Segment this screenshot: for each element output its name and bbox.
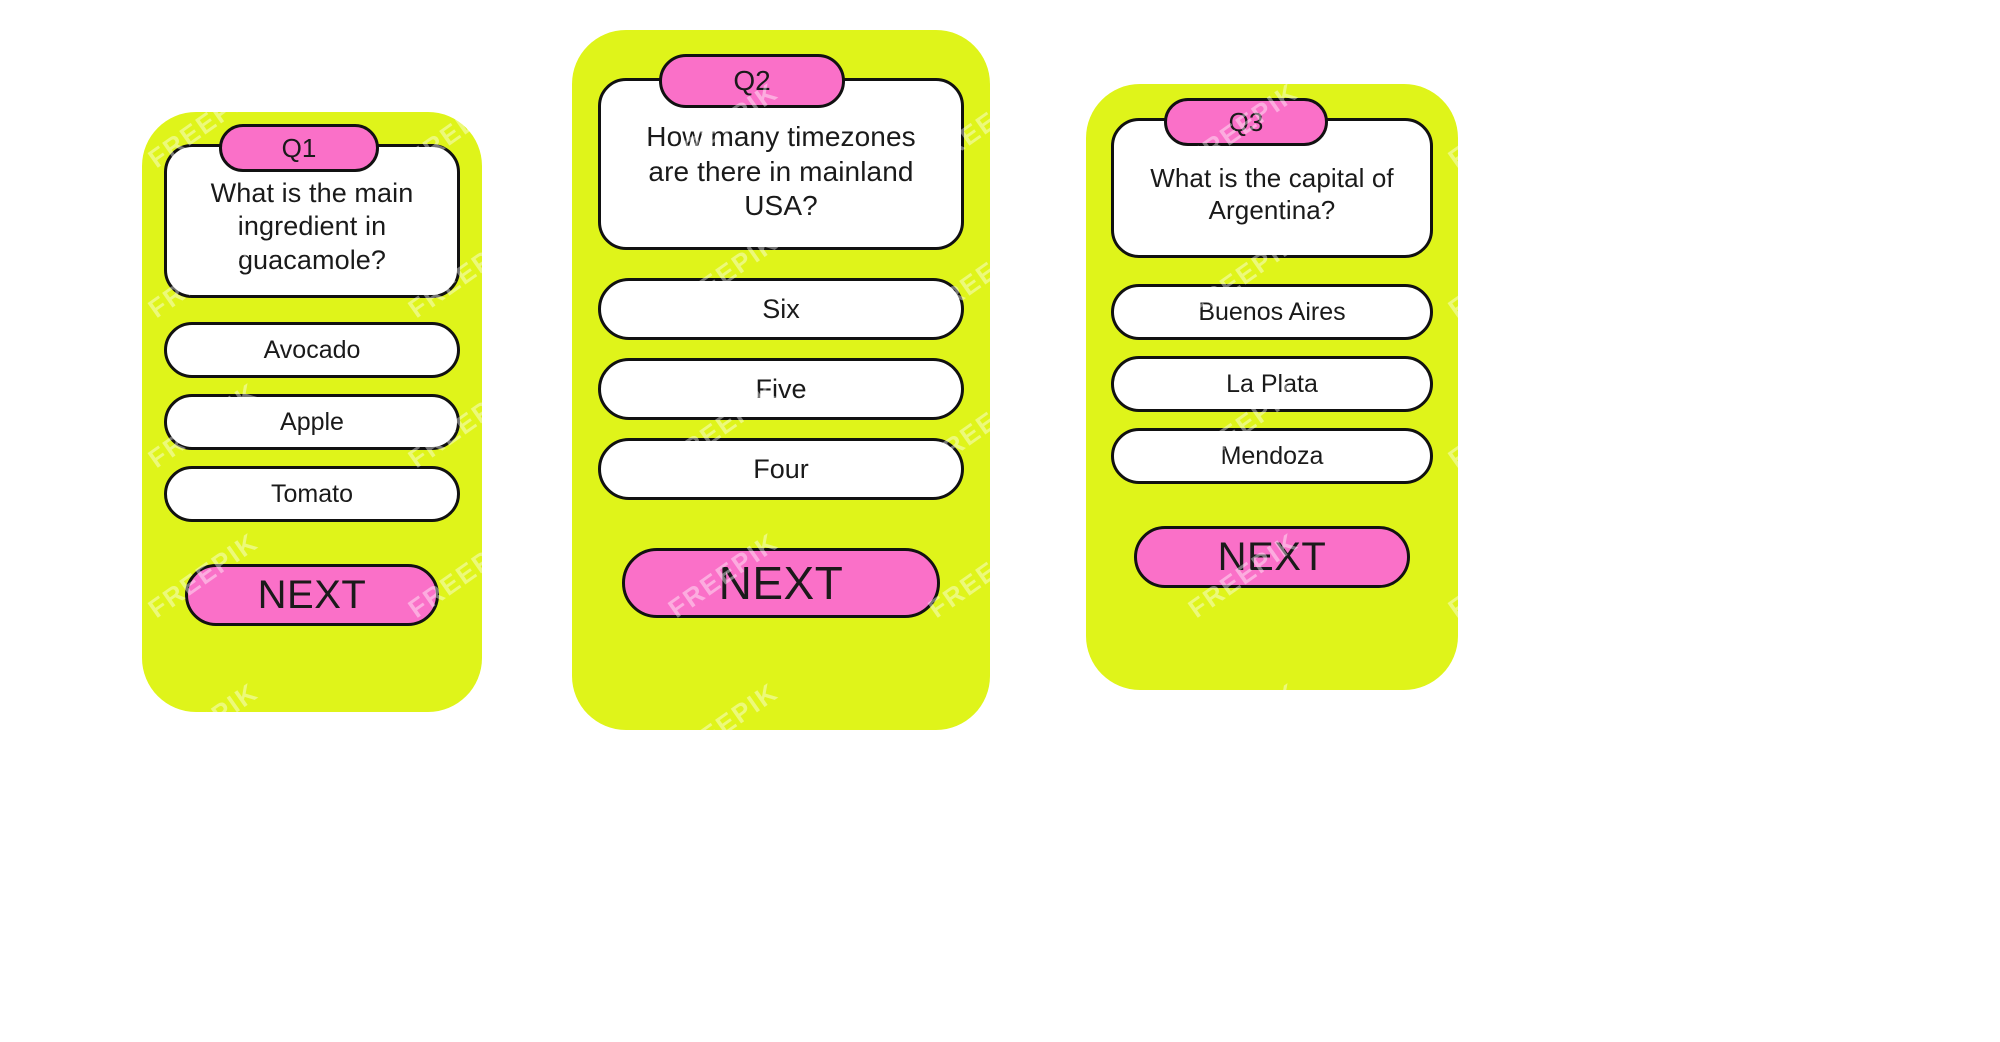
watermark-text: FREEPIK: [0, 526, 4, 624]
answer-option[interactable]: Avocado: [164, 322, 460, 379]
watermark-text: FREEPIK: [1442, 976, 1564, 1042]
watermark-text: FREEPIK: [1702, 76, 1824, 174]
watermark-text: FREEPIK: [662, 826, 784, 924]
watermark-text: FREEPIK: [0, 76, 4, 174]
watermark-text: FREEPIK: [143, 0, 265, 25]
watermark-text: FREEPIK: [0, 676, 4, 774]
answer-option[interactable]: Tomato: [164, 466, 460, 523]
watermark-text: FREEPIK: [0, 226, 4, 324]
watermark-text: FREEPIK: [142, 976, 264, 1042]
question-badge-q2: Q2: [659, 54, 845, 108]
question-panel-wrapper-q2: Q2 How many timezones are there in mainl…: [598, 30, 964, 250]
watermark-text: FREEPIK: [0, 826, 4, 924]
watermark-text: FREEPIK: [922, 826, 1044, 924]
watermark-text: FREEPIK: [1702, 376, 1824, 474]
watermark-text: FREEPIK: [403, 0, 525, 25]
watermark-text: FREEPIK: [1962, 226, 2000, 324]
answer-option[interactable]: Six: [598, 278, 964, 340]
watermark-text: FREEPIK: [1442, 526, 1564, 624]
answer-option[interactable]: La Plata: [1111, 356, 1433, 412]
watermark-text: FREEPIK: [1182, 676, 1304, 774]
watermark-text: FREEPIK: [1442, 376, 1564, 474]
watermark-text: FREEPIK: [1442, 826, 1564, 924]
watermark-text: FREEPIK: [142, 826, 264, 924]
quiz-card-q2: Q2 How many timezones are there in mainl…: [572, 30, 990, 730]
watermark-text: FREEPIK: [1442, 76, 1564, 174]
watermark-text: FREEPIK: [663, 0, 785, 25]
next-button-q2[interactable]: NEXT: [621, 548, 941, 618]
question-panel-q2: Q2 How many timezones are there in mainl…: [598, 54, 964, 250]
question-panel-q1: Q1 What is the main ingredient in guacam…: [164, 124, 460, 299]
watermark-text: FREEPIK: [0, 976, 4, 1042]
answer-option[interactable]: Five: [598, 358, 964, 420]
watermark-text: FREEPIK: [1183, 0, 1305, 25]
watermark-text: FREEPIK: [1442, 226, 1564, 324]
answer-option[interactable]: Mendoza: [1111, 428, 1433, 484]
watermark-text: FREEPIK: [1702, 226, 1824, 324]
quiz-card-q1: Q1 What is the main ingredient in guacam…: [142, 112, 482, 712]
watermark-text: FREEPIK: [1962, 676, 2000, 774]
watermark-text: FREEPIK: [1182, 976, 1304, 1042]
watermark-text: FREEPIK: [1182, 826, 1304, 924]
watermark-text: FREEPIK: [1963, 0, 2000, 25]
answer-option[interactable]: Four: [598, 438, 964, 500]
watermark-text: FREEPIK: [923, 0, 1045, 25]
answer-options-q3: Buenos Aires La Plata Mendoza: [1111, 284, 1433, 484]
question-badge-q1: Q1: [219, 124, 379, 172]
watermark-text: FREEPIK: [662, 976, 784, 1042]
question-panel-wrapper-q1: Q1 What is the main ingredient in guacam…: [164, 112, 460, 299]
watermark-text: FREEPIK: [0, 376, 4, 474]
question-text-q2: How many timezones are there in mainland…: [646, 120, 916, 222]
answer-options-q2: Six Five Four: [598, 278, 964, 500]
watermark-text: FREEPIK: [1962, 76, 2000, 174]
watermark-text: FREEPIK: [1962, 526, 2000, 624]
quiz-card-q3: Q3 What is the capital of Argentina? Bue…: [1086, 84, 1458, 690]
quiz-cards-canvas: Q1 What is the main ingredient in guacam…: [0, 0, 2000, 1042]
watermark-text: FREEPIK: [1702, 976, 1824, 1042]
next-button-q1[interactable]: NEXT: [184, 564, 440, 627]
watermark-text: FREEPIK: [1962, 376, 2000, 474]
watermark-text: FREEPIK: [922, 976, 1044, 1042]
answer-options-q1: Avocado Apple Tomato: [164, 322, 460, 523]
watermark-text: FREEPIK: [1442, 676, 1564, 774]
watermark-text: FREEPIK: [1962, 826, 2000, 924]
question-panel-q3: Q3 What is the capital of Argentina?: [1111, 98, 1433, 258]
watermark-text: FREEPIK: [402, 826, 524, 924]
answer-option[interactable]: Apple: [164, 394, 460, 451]
question-badge-q3: Q3: [1164, 98, 1328, 146]
next-button-q3[interactable]: NEXT: [1133, 526, 1411, 588]
question-text-q1: What is the main ingredient in guacamole…: [210, 178, 414, 275]
watermark-text: FREEPIK: [1443, 0, 1565, 25]
answer-option[interactable]: Buenos Aires: [1111, 284, 1433, 340]
watermark-text: FREEPIK: [1702, 526, 1824, 624]
watermark-text: FREEPIK: [402, 976, 524, 1042]
watermark-text: FREEPIK: [1702, 676, 1824, 774]
watermark-text: FREEPIK: [0, 0, 4, 25]
watermark-text: FREEPIK: [1962, 976, 2000, 1042]
watermark-text: FREEPIK: [1702, 826, 1824, 924]
question-text-q3: What is the capital of Argentina?: [1150, 162, 1394, 225]
question-panel-wrapper-q3: Q3 What is the capital of Argentina?: [1111, 84, 1433, 258]
watermark-text: FREEPIK: [1703, 0, 1825, 25]
